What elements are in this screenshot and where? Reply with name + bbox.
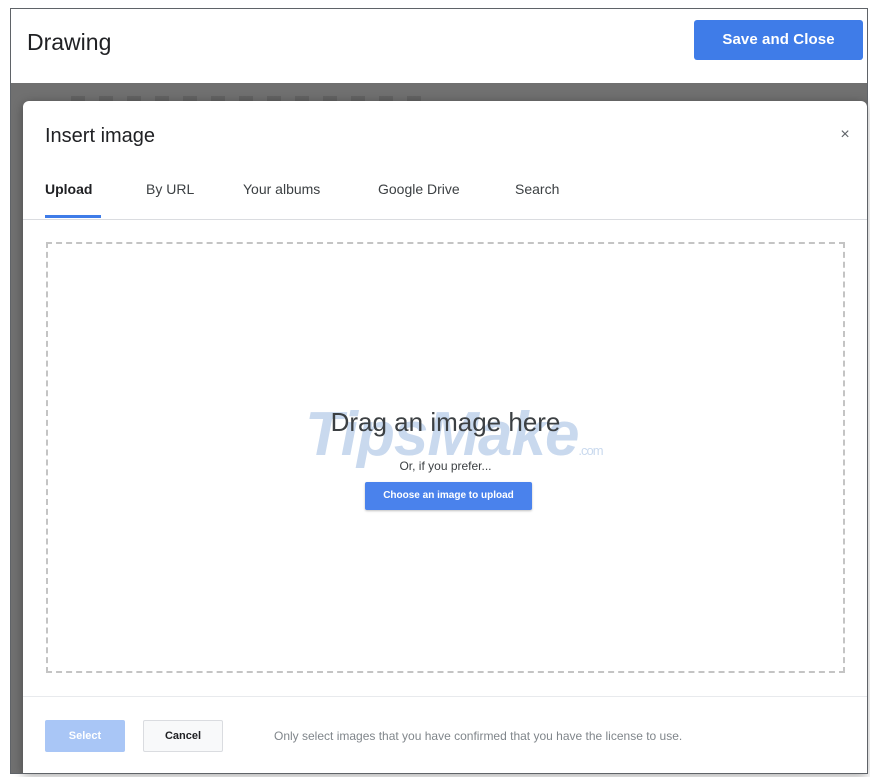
tab-by-url[interactable]: By URL	[146, 181, 194, 197]
drop-zone-alt-text: Or, if you prefer...	[399, 459, 492, 473]
active-tab-indicator	[45, 215, 101, 218]
tab-google-drive[interactable]: Google Drive	[378, 181, 460, 197]
insert-image-dialog: Insert image × Upload By URL Your albums…	[23, 101, 867, 774]
app-title: Drawing	[27, 29, 112, 55]
tab-upload[interactable]: Upload	[45, 181, 92, 197]
tab-your-albums[interactable]: Your albums	[243, 181, 320, 197]
close-icon[interactable]: ×	[833, 123, 857, 147]
select-button[interactable]: Select	[45, 720, 125, 752]
tab-search[interactable]: Search	[515, 181, 559, 197]
app-header: Drawing Save and Close	[11, 9, 867, 83]
drop-zone-heading: Drag an image here	[330, 407, 561, 437]
watermark-suffix: .com	[578, 443, 603, 458]
license-note: Only select images that you have confirm…	[274, 729, 683, 743]
dialog-title: Insert image	[45, 125, 156, 147]
cancel-button[interactable]: Cancel	[143, 720, 223, 752]
save-and-close-button[interactable]: Save and Close	[694, 20, 863, 60]
image-drop-zone[interactable]: TipsMake.com Drag an image here Or, if y…	[46, 242, 845, 673]
dialog-footer: Select Cancel Only select images that yo…	[23, 696, 867, 775]
tab-bar: Upload By URL Your albums Google Drive S…	[23, 169, 867, 220]
choose-image-button[interactable]: Choose an image to upload	[365, 482, 532, 510]
